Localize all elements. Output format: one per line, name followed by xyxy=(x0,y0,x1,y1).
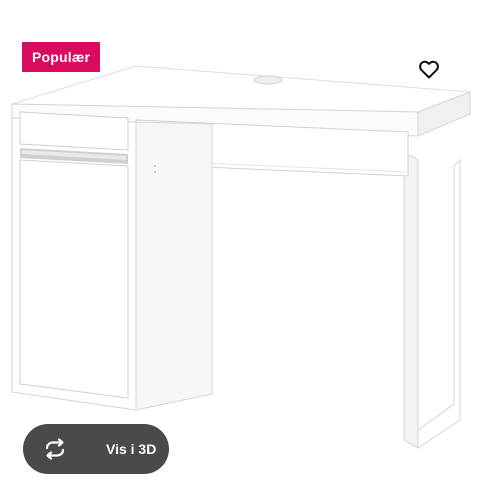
view-in-3d-label: Vis i 3D xyxy=(106,441,157,457)
view-in-3d-button[interactable]: Vis i 3D xyxy=(23,424,169,474)
desk-right-leg xyxy=(403,151,461,449)
rotate-arrows-icon xyxy=(45,438,65,460)
desk-pedestal xyxy=(11,111,213,411)
product-image-viewer: Populær Vis i 3D xyxy=(0,0,480,480)
popular-badge: Populær xyxy=(22,42,101,72)
heart-outline-icon xyxy=(419,60,439,79)
favourite-button[interactable] xyxy=(413,53,445,85)
desk-image xyxy=(11,65,471,449)
